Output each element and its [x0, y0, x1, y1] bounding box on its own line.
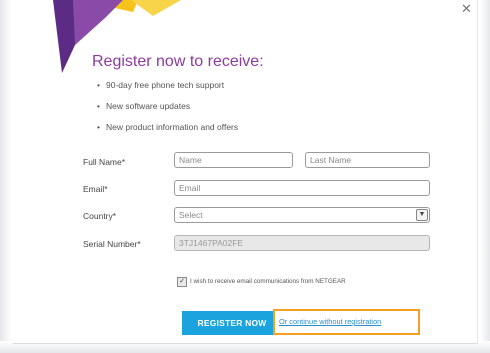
full-name-label: Full Name* — [83, 157, 126, 167]
country-select-value: Select — [179, 210, 203, 220]
chevron-down-icon[interactable]: ▼ — [416, 209, 428, 221]
right-shadow — [480, 0, 490, 353]
country-label: Country* — [83, 211, 117, 221]
checkmark-icon: ✓ — [179, 278, 185, 285]
benefits-list: 90-day free phone tech support New softw… — [97, 79, 238, 142]
benefit-item: 90-day free phone tech support — [97, 79, 238, 100]
registration-dialog: ✕ Register now to receive: 90-day free p… — [13, 0, 478, 344]
serial-number-field: 3TJ1467PA02FE — [174, 235, 430, 251]
country-select[interactable]: Select ▼ — [174, 207, 430, 223]
serial-number-label: Serial Number* — [83, 239, 141, 249]
left-shadow — [0, 0, 12, 353]
email-label: Email* — [83, 184, 108, 194]
continue-without-registration-link[interactable]: Or continue without registration — [279, 317, 381, 327]
last-name-field[interactable]: Last Name — [305, 152, 430, 168]
register-now-button[interactable]: REGISTER NOW — [182, 311, 282, 335]
first-name-field[interactable]: Name — [174, 152, 293, 168]
optin-checkbox[interactable]: ✓ — [177, 277, 187, 287]
email-field[interactable]: Email — [174, 180, 430, 196]
benefit-item: New software updates — [97, 100, 238, 121]
netgear-brand-graphic — [53, 0, 181, 73]
optin-label: I wish to receive email communications f… — [190, 278, 346, 285]
benefit-item: New product information and offers — [97, 121, 238, 142]
close-icon[interactable]: ✕ — [461, 2, 472, 15]
dialog-headline: Register now to receive: — [92, 53, 264, 70]
